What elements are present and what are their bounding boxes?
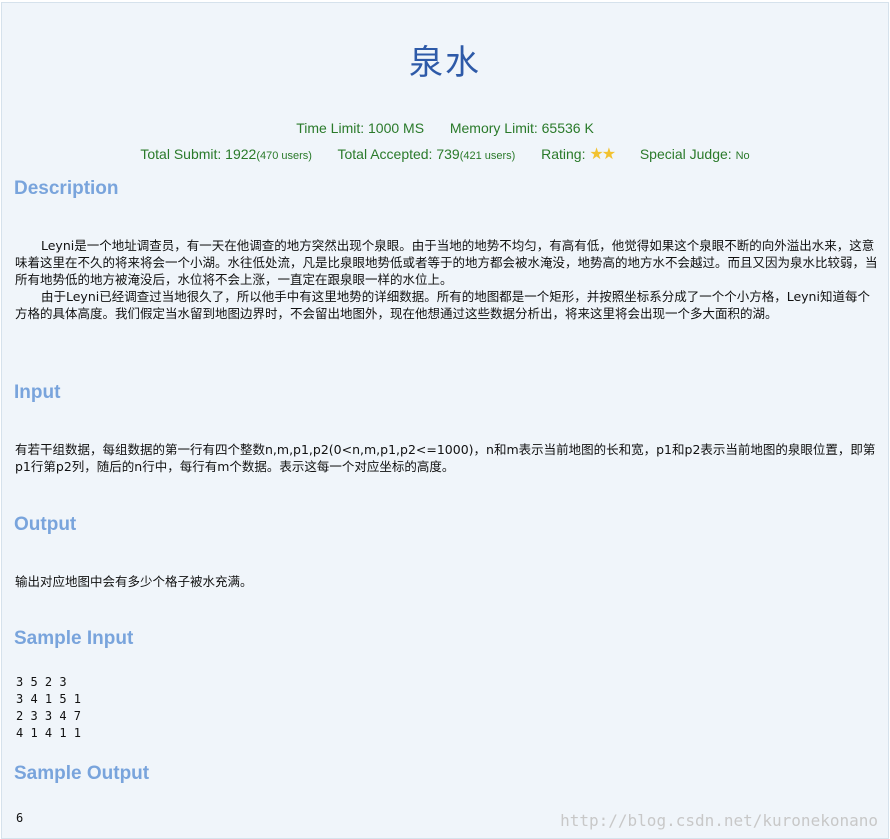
output-heading: Output	[14, 514, 77, 535]
output-text: 输出对应地图中会有多少个格子被水充满。	[15, 574, 253, 589]
total-submit-users: (470 users)	[256, 150, 312, 162]
star-icon: ★★	[589, 146, 616, 163]
special-judge-label: Special Judge:	[639, 146, 732, 162]
sample-input-block: 3 5 2 3 3 4 1 5 1 2 3 3 4 7 4 1 4 1 1	[16, 675, 82, 740]
total-accepted-users: (421 users)	[459, 150, 516, 162]
description-heading: Description	[14, 178, 119, 199]
description-paragraph-1: Leyni是一个地址调查员，有一天在他调查的地方突然出现个泉眼。由于当地的地势不…	[15, 238, 878, 287]
input-heading: Input	[14, 382, 61, 403]
sample-output-heading: Sample Output	[14, 763, 150, 784]
description-paragraph-2: 由于Leyni已经调查过当地很久了，所以他手中有这里地势的详细数据。所有的地图都…	[15, 289, 870, 321]
stats-row: Total Submit: 1922(470 users) Total Acce…	[2, 144, 888, 164]
time-limit: Time Limit: 1000 MS	[296, 120, 425, 136]
input-text: 有若干组数据，每组数据的第一行有四个整数n,m,p1,p2(0<n,m,p1,p…	[15, 442, 876, 474]
total-submit: Total Submit: 1922	[140, 146, 257, 162]
watermark: http://blog.csdn.net/kuronekonano	[560, 811, 878, 830]
description-paragraph: 由于Leyni已经调查过当地很久了，所以他手中有这里地势的详细数据。所有的地图都…	[15, 288, 879, 322]
problem-panel: 泉水 Time Limit: 1000 MS Memory Limit: 655…	[1, 2, 889, 839]
sample-output-block: 6	[16, 811, 24, 825]
rating-label: Rating:	[541, 146, 586, 162]
memory-limit: Memory Limit: 65536 K	[449, 120, 594, 136]
description-paragraph: Leyni是一个地址调查员，有一天在他调查的地方突然出现个泉眼。由于当地的地势不…	[15, 237, 879, 288]
description-text: Leyni是一个地址调查员，有一天在他调查的地方突然出现个泉眼。由于当地的地势不…	[15, 237, 879, 322]
problem-title: 泉水	[409, 43, 481, 83]
limits-row: Time Limit: 1000 MS Memory Limit: 65536 …	[2, 120, 888, 136]
special-judge-value: No	[735, 150, 750, 162]
sample-input-heading: Sample Input	[14, 628, 134, 649]
total-accepted: Total Accepted: 739	[337, 146, 460, 162]
